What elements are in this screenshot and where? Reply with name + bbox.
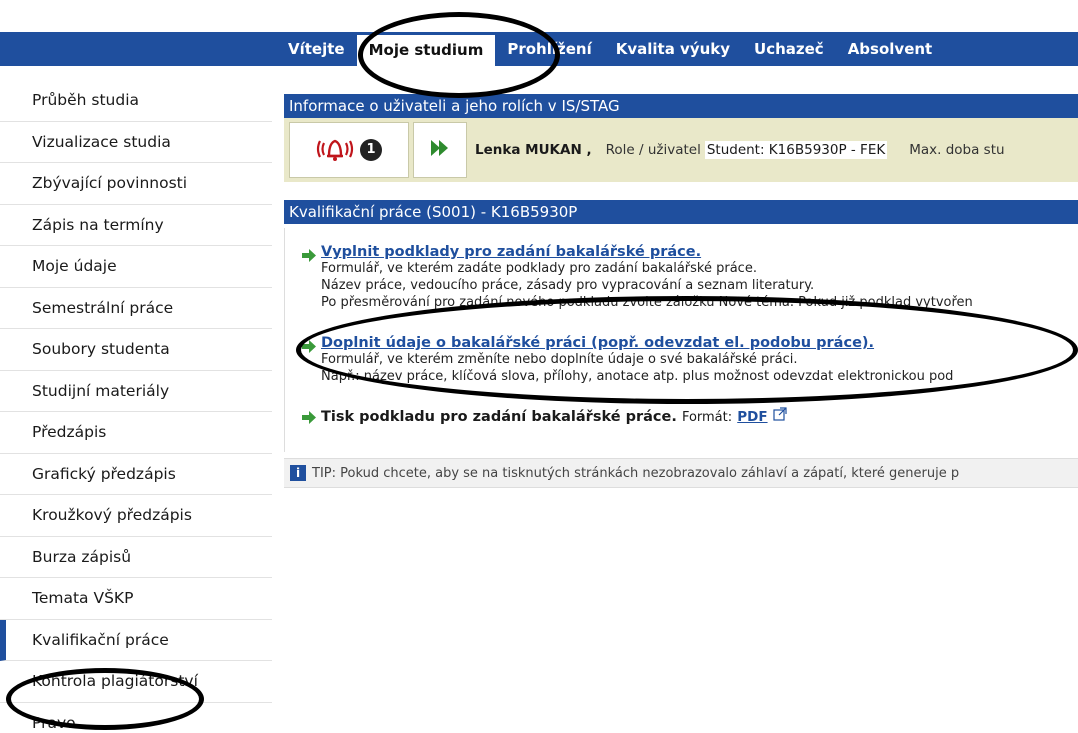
sidebar-item-soubory-studenta[interactable]: Soubory studenta [0, 329, 272, 371]
entry-description-line: Název práce, vedoucího práce, zásady pro… [321, 278, 815, 293]
sidebar-item-graficky-predzapis[interactable]: Grafický předzápis [0, 454, 272, 495]
sidebar-item-zapis-na-terminy[interactable]: Zápis na termíny [0, 205, 272, 246]
sidebar-item-zbyvajici-povinnosti[interactable]: Zbývající povinnosti [0, 163, 272, 205]
sidebar-item-krouzkovy-predzapis[interactable]: Kroužkový předzápis [0, 495, 272, 537]
notification-count-badge: 1 [360, 139, 382, 161]
user-name: Lenka MUKAN , [475, 142, 592, 158]
entry-description-line: Formulář, ve kterém zadáte podklady pro … [321, 261, 757, 276]
annotation-oval-doplnit-udaje [296, 296, 1078, 404]
fill-thesis-basis-link[interactable]: Vyplnit podklady pro zadání bakalářské p… [321, 244, 973, 260]
tab-vitejte[interactable]: Vítejte [276, 32, 357, 66]
sidebar-item-burza-zapisu[interactable]: Burza zápisů [0, 537, 272, 578]
role-select[interactable]: Student: K16B5930P - FEK [704, 141, 888, 159]
sidebar: Průběh studia Vizualizace studia Zbývají… [0, 80, 272, 733]
tab-kvalita-vyuky[interactable]: Kvalita výuky [604, 32, 742, 66]
sidebar-item-predzapis[interactable]: Předzápis [0, 412, 272, 454]
green-arrow-icon [301, 409, 317, 428]
print-thesis-basis-label: Tisk podkladu pro zadání bakalářské prác… [321, 409, 677, 425]
sidebar-item-vizualizace-studia[interactable]: Vizualizace studia [0, 122, 272, 163]
green-arrow-icon [301, 247, 317, 266]
user-info-panel-title: Informace o uživateli a jeho rolích v IS… [284, 94, 1078, 118]
user-info-row: 1 Lenka MUKAN , Role / uživatel Student:… [284, 118, 1078, 182]
annotation-oval-kvalifikacni-prace [6, 668, 204, 730]
info-icon: i [290, 465, 306, 481]
bell-icon [316, 133, 354, 167]
notifications-button[interactable]: 1 [289, 122, 409, 178]
sidebar-item-temata-vskp[interactable]: Temata VŠKP [0, 578, 272, 620]
pdf-link[interactable]: PDF [737, 409, 767, 425]
tip-row: i TIP: Pokud chcete, aby se na tisknutýc… [284, 458, 1078, 488]
annotation-oval-moje-studium [358, 12, 560, 98]
external-link-icon [773, 406, 787, 425]
double-arrow-right-icon [430, 139, 450, 161]
switch-role-button[interactable] [413, 122, 467, 178]
qualification-panel-title: Kvalifikační práce (S001) - K16B5930P [284, 200, 1078, 224]
sidebar-item-semestralni-prace[interactable]: Semestrální práce [0, 288, 272, 329]
max-study-duration-label: Max. doba stu [909, 142, 1005, 158]
role-label: Role / uživatel [605, 142, 701, 158]
sidebar-item-moje-udaje[interactable]: Moje údaje [0, 246, 272, 288]
tip-text: TIP: Pokud chcete, aby se na tisknutých … [312, 465, 960, 481]
tab-uchazec[interactable]: Uchazeč [742, 32, 836, 66]
entry-print-thesis-basis: Tisk podkladu pro zadání bakalářské prác… [302, 406, 787, 425]
sidebar-item-kvalifikacni-prace[interactable]: Kvalifikační práce [0, 619, 272, 661]
sidebar-item-studijni-materialy[interactable]: Studijní materiály [0, 371, 272, 412]
tab-absolvent[interactable]: Absolvent [836, 32, 945, 66]
sidebar-item-prubeh-studia[interactable]: Průběh studia [0, 80, 272, 122]
format-label: Formát: [681, 410, 733, 425]
